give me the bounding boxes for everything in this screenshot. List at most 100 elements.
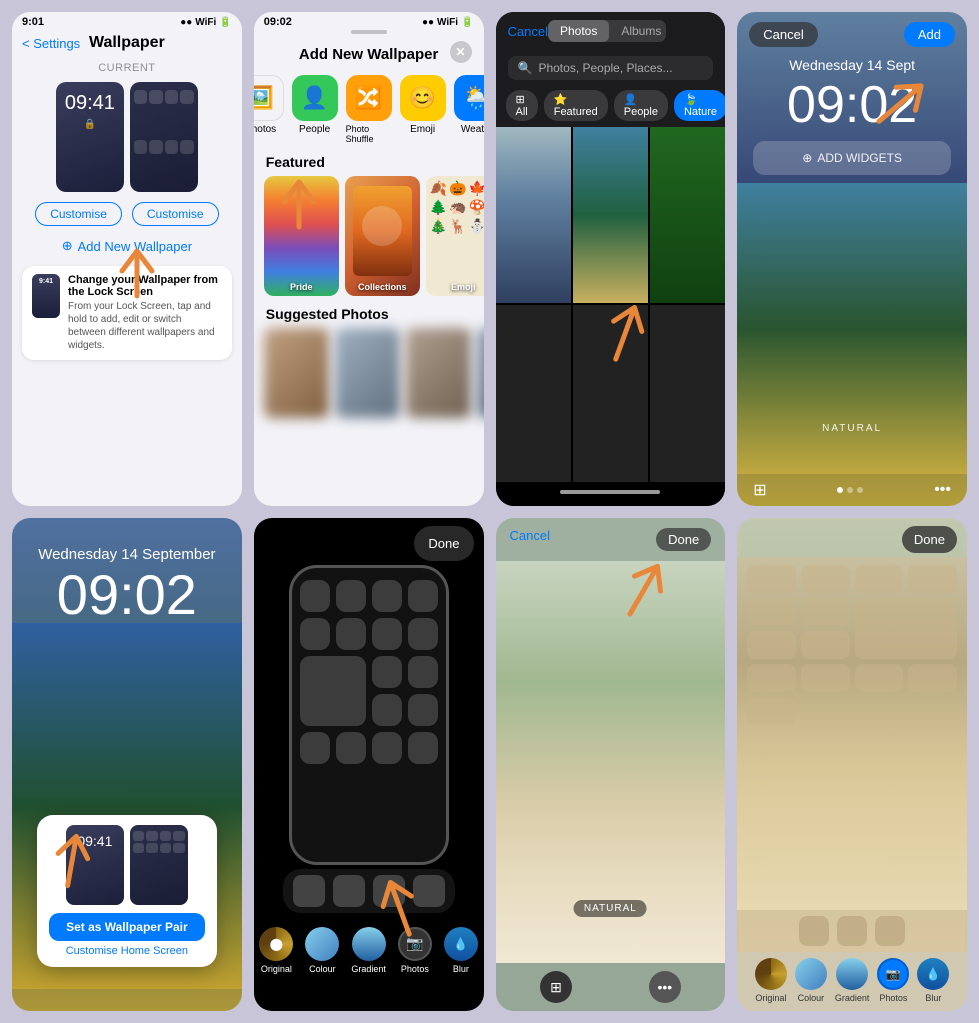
suggested-photo-2[interactable] <box>335 328 400 418</box>
customise-home-button[interactable]: Customise <box>132 202 219 226</box>
status-icons-2: ●● WiFi 🔋 <box>422 16 474 28</box>
tab-albums[interactable]: Albums <box>609 20 666 42</box>
filter-nature[interactable]: 🍃 Nature <box>674 90 725 121</box>
filter-all[interactable]: ⊞ All <box>506 90 538 121</box>
natural-label: NATURAL <box>737 423 967 434</box>
cell-lockscreen-preview: Cancel Add Wednesday 14 Sept 09:02 ⊕ ADD… <box>737 12 967 506</box>
home-indicator-3 <box>560 490 660 494</box>
top-buttons-4: Cancel Add <box>737 12 967 53</box>
arrow-3 <box>596 291 656 376</box>
add-icon: ⊕ <box>62 238 73 254</box>
photo-aerial[interactable] <box>573 127 648 303</box>
cell-wallpaper-settings: 9:01 ●● WiFi 🔋 < Settings Wallpaper CURR… <box>12 12 242 506</box>
status-time-1: 9:01 <box>22 16 44 28</box>
home-icon <box>134 140 148 154</box>
bi-more[interactable]: ••• <box>649 971 681 1003</box>
done-button-8[interactable]: Done <box>902 526 957 553</box>
toolbar8-colour[interactable]: Colour <box>795 958 827 1003</box>
modal-title: Add New Wallpaper <box>299 46 438 63</box>
photos-top-bar: Cancel Photos Albums <box>496 12 726 50</box>
gallery-icon[interactable]: ⊞ <box>753 480 766 500</box>
customise-lock-button[interactable]: Customise <box>35 202 122 226</box>
toolbar8-original[interactable]: Original <box>755 958 787 1003</box>
done-button-6[interactable]: Done <box>414 526 473 561</box>
toolbar8-gradient[interactable]: Gradient <box>835 958 870 1003</box>
toolbar8-photos-icon: 📷 <box>877 958 909 990</box>
toolbar-blur[interactable]: 💧 Blur <box>444 927 478 974</box>
category-weather[interactable]: 🌦️ Weat... <box>454 75 484 144</box>
photo-blank-1[interactable] <box>496 305 571 481</box>
category-shuffle[interactable]: 🔀 Photo Shuffle <box>346 75 392 144</box>
close-button[interactable]: ✕ <box>450 41 472 63</box>
suggested-photo-1[interactable] <box>264 328 329 418</box>
status-bar-2: 09:02 ●● WiFi 🔋 <box>254 12 484 32</box>
toolbar-colour[interactable]: Colour <box>305 927 339 974</box>
top-btns-7: Cancel Done <box>496 518 726 561</box>
people-icon: 👤 <box>292 75 338 121</box>
customise-home-link[interactable]: Customise Home Screen <box>49 945 205 957</box>
search-inner[interactable]: 🔍 Photos, People, Places... <box>508 56 714 80</box>
cell-add-wallpaper: 09:02 ●● WiFi 🔋 Add New Wallpaper ✕ 🖼️ P… <box>254 12 484 506</box>
photo-blank-3[interactable] <box>650 305 725 481</box>
natural-badge-7: NATURAL <box>574 900 647 917</box>
category-photos[interactable]: 🖼️ Photos <box>254 75 284 144</box>
set-wallpaper-pair-button[interactable]: Set as Wallpaper Pair <box>49 913 205 941</box>
toolbar8-gradient-icon <box>836 958 868 990</box>
time-text-5: 09:02 <box>12 567 242 623</box>
dot-2 <box>847 487 853 493</box>
arrow-1 <box>112 236 162 311</box>
dock-app-1[interactable] <box>293 875 325 907</box>
toolbar8-blur-label: Blur <box>925 993 941 1003</box>
cat-label-shuffle: Photo Shuffle <box>346 124 392 144</box>
toolbar8-photos[interactable]: 📷 Photos <box>877 958 909 1003</box>
home-icon <box>180 140 194 154</box>
bottom-bar-4: ⊞ ••• <box>737 474 967 506</box>
blur-icon: 💧 <box>444 927 478 961</box>
collections-label: Collections <box>345 282 420 292</box>
tab-photos[interactable]: Photos <box>548 20 609 42</box>
done-btn-row: Done <box>254 518 484 565</box>
category-emoji[interactable]: 😊 Emoji <box>400 75 446 144</box>
pair-home-thumb[interactable] <box>130 825 188 905</box>
bi-gallery[interactable]: ⊞ <box>540 971 572 1003</box>
suggested-photo-3[interactable] <box>406 328 471 418</box>
home-screen-thumb[interactable] <box>130 82 198 192</box>
dock8-2[interactable] <box>837 916 867 946</box>
nav-title-1: Wallpaper <box>89 34 165 52</box>
featured-emoji[interactable]: 🍂🎃🍁 🌲🦔🍄 🎄🦌⛄ Emoji <box>426 176 484 296</box>
add-button-4[interactable]: Add <box>904 22 955 47</box>
bottom-icons-7: ⊞ ••• <box>496 963 726 1011</box>
more-icon-7: ••• <box>649 971 681 1003</box>
mini-time: 9:41 <box>39 278 53 285</box>
toolbar-blur-label: Blur <box>453 964 469 974</box>
filter-featured[interactable]: ⭐ Featured <box>544 90 608 121</box>
waterfall-bg: NATURAL <box>496 561 726 964</box>
cat-label-weather: Weat... <box>461 124 484 135</box>
status-time-2: 09:02 <box>264 16 292 28</box>
category-icons: 🖼️ Photos 👤 People 🔀 Photo Shuffle 😊 Emo… <box>254 69 484 150</box>
collections-inner <box>353 186 412 276</box>
weather-icon: 🌦️ <box>454 75 484 121</box>
dock8-3[interactable] <box>875 916 905 946</box>
bottom-dock-8 <box>737 910 967 952</box>
more-icon[interactable]: ••• <box>934 481 951 499</box>
featured-collections[interactable]: Collections <box>345 176 420 296</box>
cancel-button-7[interactable]: Cancel <box>510 528 550 551</box>
plus-icon: ⊕ <box>802 151 812 165</box>
lock-screen-thumb[interactable]: 09:41 🔒 <box>56 82 124 192</box>
category-people[interactable]: 👤 People <box>292 75 338 144</box>
suggested-photo-4[interactable] <box>477 328 484 418</box>
toolbar8-blur[interactable]: 💧 Blur <box>917 958 949 1003</box>
toolbar-original[interactable]: ⬤ Original <box>259 927 293 974</box>
cancel-button-4[interactable]: Cancel <box>749 22 817 47</box>
cancel-button-3[interactable]: Cancel <box>508 24 548 39</box>
filter-people[interactable]: 👤 People <box>614 90 668 121</box>
photo-waterfall[interactable] <box>496 127 571 303</box>
toolbar-gradient-label: Gradient <box>351 964 386 974</box>
back-button-1[interactable]: < Settings <box>22 36 80 51</box>
emoji-icon: 😊 <box>400 75 446 121</box>
search-icon: 🔍 <box>518 61 533 75</box>
cat-label-people: People <box>299 124 330 135</box>
photo-forest[interactable] <box>650 127 725 303</box>
dock8-1[interactable] <box>799 916 829 946</box>
